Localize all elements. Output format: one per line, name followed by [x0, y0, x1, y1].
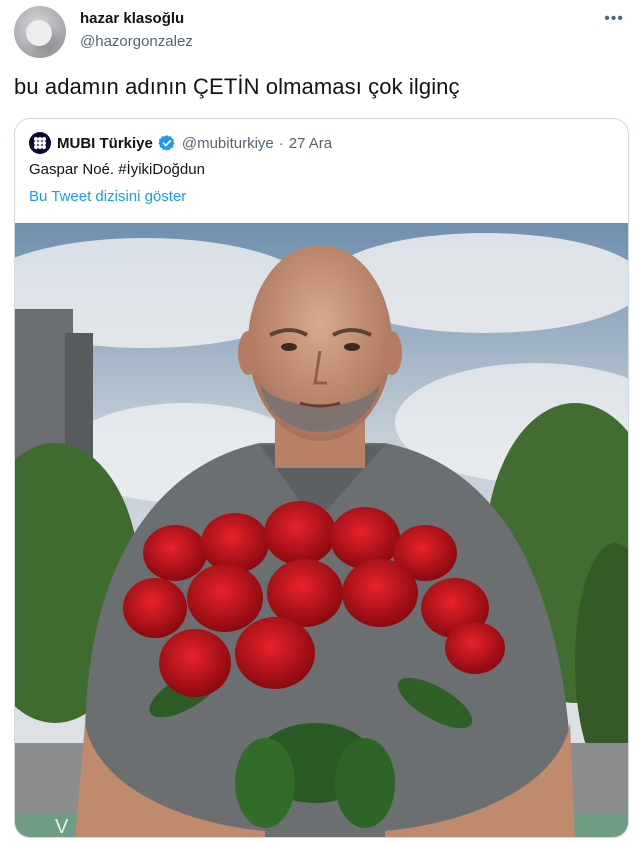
svg-text:V: V: [55, 816, 69, 838]
tweet-text: bu adamın adının ÇETİN olmaması çok ilgi…: [14, 74, 460, 99]
show-thread-link[interactable]: Bu Tweet dizisini göster: [29, 188, 186, 205]
author-avatar[interactable]: [14, 6, 66, 58]
more-horizontal-icon[interactable]: •••: [604, 10, 624, 28]
tweet-photo[interactable]: V: [15, 223, 629, 838]
author-handle[interactable]: @hazorgonzalez: [80, 33, 193, 50]
quoted-author-name[interactable]: MUBI Türkiye: [57, 135, 153, 152]
quoted-tweet-text: Gaspar Noé. #İyikiDoğdun: [29, 161, 205, 178]
quoted-tweet-header: MUBI Türkiye @mubiturkiye · 27 Ara: [29, 131, 332, 155]
tweet-header: hazar klasoğlu @hazorgonzalez •••: [14, 6, 624, 58]
quoted-author-handle[interactable]: @mubiturkiye: [182, 135, 274, 152]
quoted-date[interactable]: 27 Ara: [289, 135, 332, 152]
author-name[interactable]: hazar klasoğlu: [80, 10, 184, 27]
verified-badge-icon: [158, 135, 175, 151]
separator-dot: ·: [278, 134, 284, 152]
mubi-logo-icon[interactable]: [29, 132, 51, 154]
quoted-tweet[interactable]: MUBI Türkiye @mubiturkiye · 27 Ara Gaspa…: [14, 118, 629, 838]
